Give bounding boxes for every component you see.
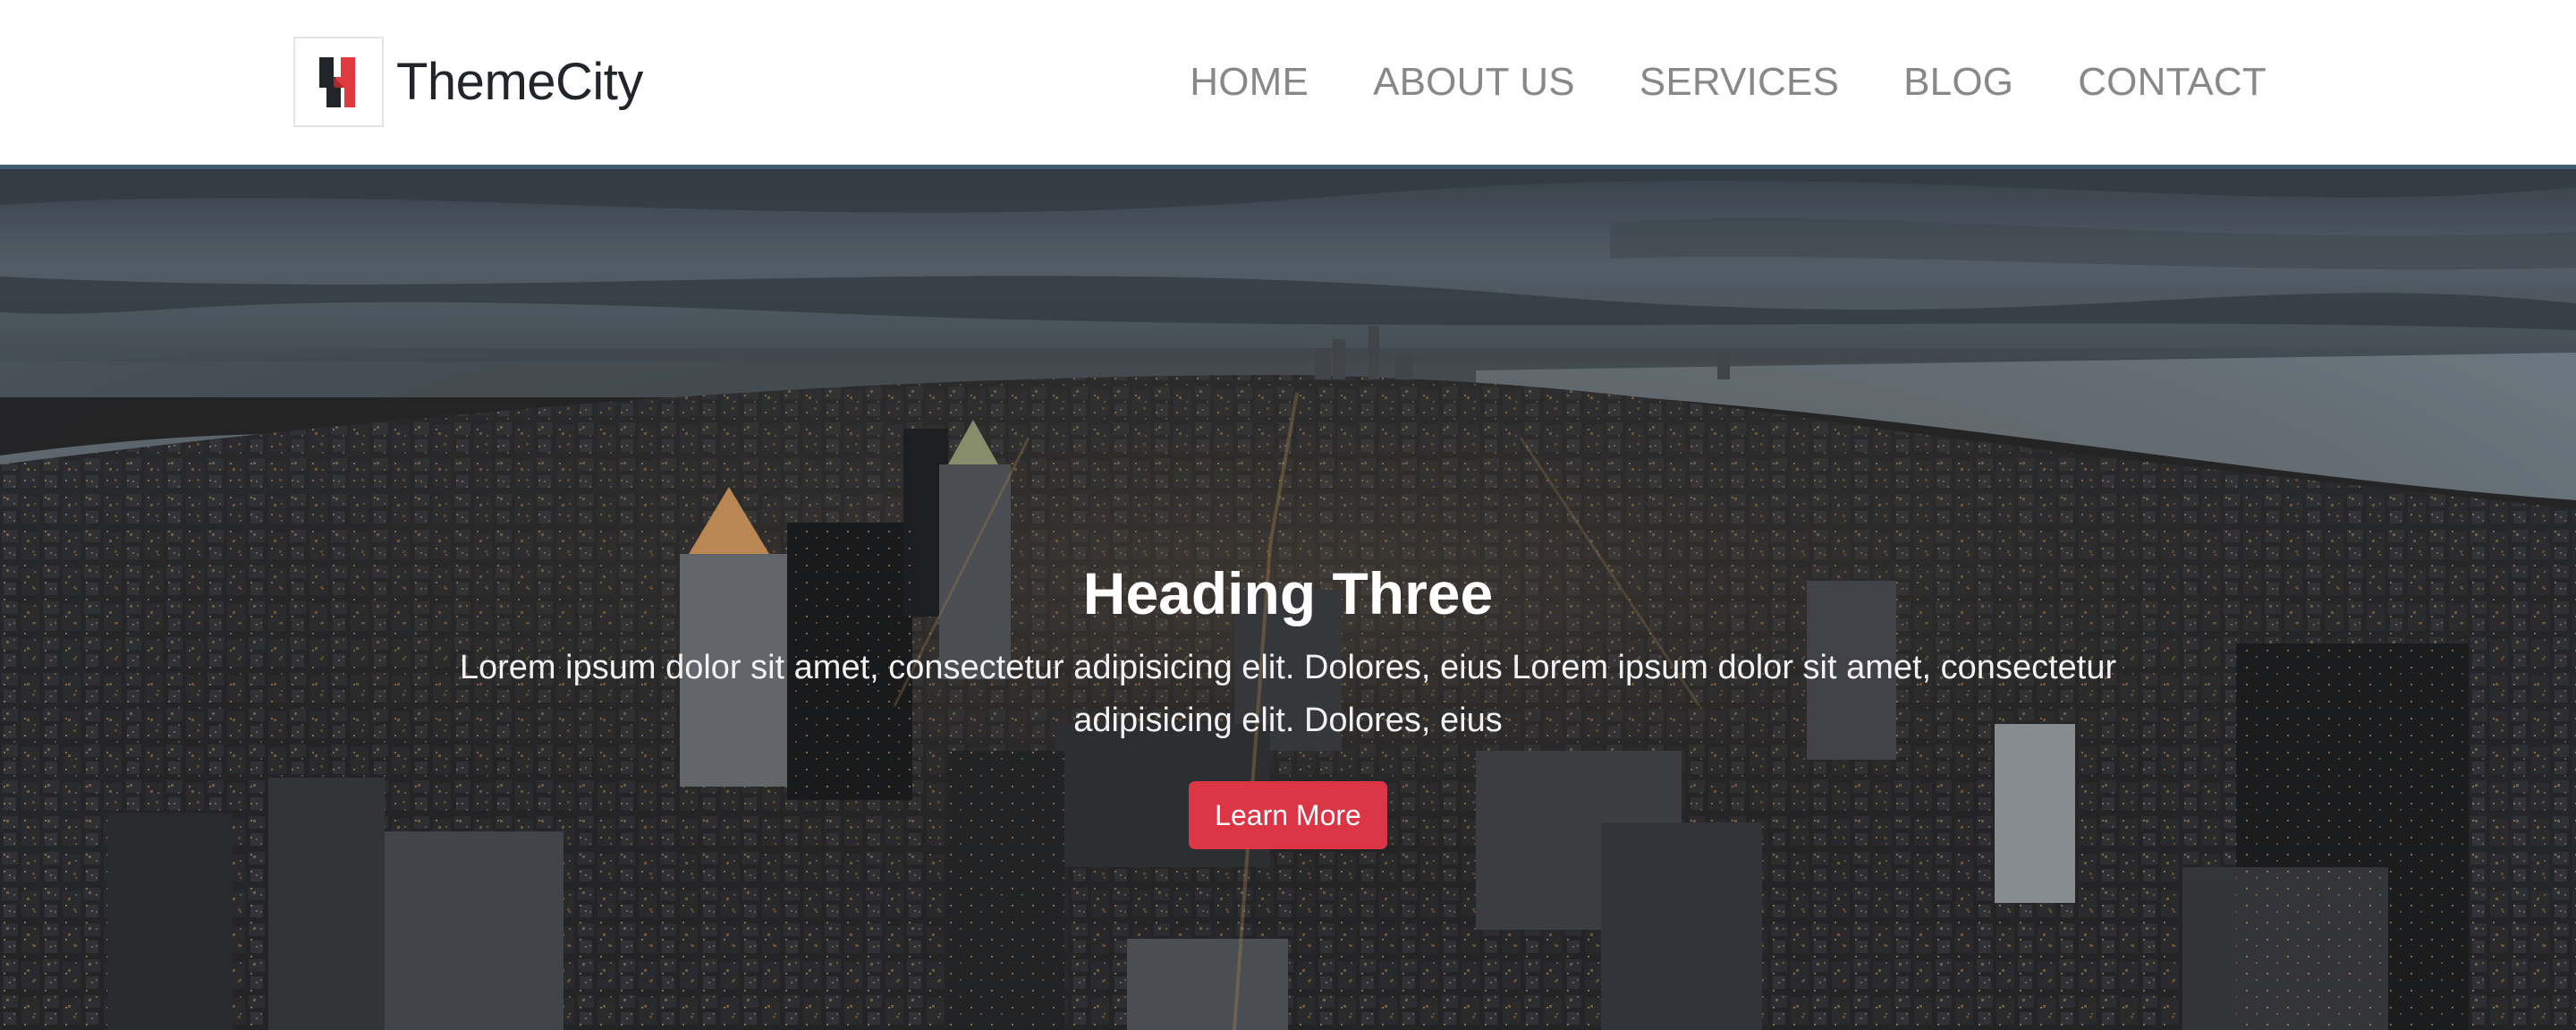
nav-home[interactable]: HOME [1190,60,1309,105]
hero-caption: Heading Three Lorem ipsum dolor sit amet… [394,558,2182,850]
nav-blog[interactable]: BLOG [1903,60,2013,105]
nav-about-us[interactable]: ABOUT US [1373,60,1575,105]
h-logo-icon [318,56,355,107]
hero-carousel-slide: Heading Three Lorem ipsum dolor sit amet… [0,165,2576,1030]
main-nav: HOME ABOUT US SERVICES BLOG CONTACT [1190,0,2267,165]
navbar: ThemeCity HOME ABOUT US SERVICES BLOG CO… [0,0,2576,165]
brand-link[interactable]: ThemeCity [293,37,643,127]
hero-heading: Heading Three [1082,560,1494,626]
nav-services[interactable]: SERVICES [1640,60,1839,105]
learn-more-button[interactable]: Learn More [1189,781,1387,850]
brand-name: ThemeCity [396,53,643,111]
nav-contact[interactable]: CONTACT [2078,60,2267,105]
logo-box [293,37,384,127]
hero-text: Lorem ipsum dolor sit amet, consectetur … [459,649,2117,740]
